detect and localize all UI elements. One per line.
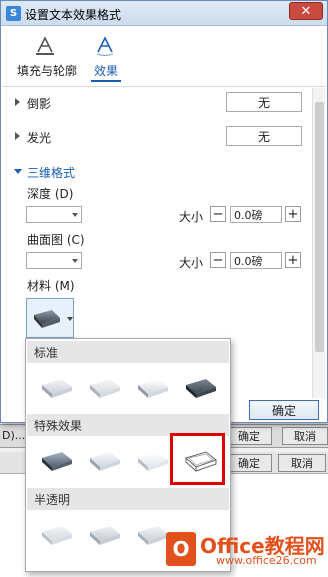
section-standard-header: 标准	[27, 341, 229, 363]
selected-tab-indicator	[91, 80, 121, 82]
office-logo-icon: O	[166, 532, 196, 566]
ok-button[interactable]: 确定	[249, 400, 319, 420]
contour-color-combo[interactable]	[26, 252, 82, 269]
title-bar: S 设置文本效果格式 ✕	[1, 1, 327, 26]
depth-decrease-button[interactable]: −	[210, 206, 226, 222]
dialog-title: 设置文本效果格式	[25, 8, 122, 22]
text-fill-outline-icon	[36, 36, 54, 55]
background-cancel-button[interactable]: 取消	[282, 427, 328, 445]
tab-fill-outline[interactable]: 填充与轮廓	[15, 35, 85, 79]
material-label: 材料 (M)	[27, 279, 75, 293]
close-button[interactable]: ✕	[289, 2, 323, 20]
glow-label: 发光	[27, 131, 52, 145]
material-flat-option[interactable]	[134, 446, 172, 474]
collapse-3d-format-icon[interactable]	[14, 169, 22, 174]
material-soft-edge-option[interactable]	[86, 446, 124, 474]
contour-label: 曲面图 (C)	[27, 233, 85, 247]
reflection-label: 倒影	[27, 97, 52, 111]
background-cancel-button-2[interactable]: 取消	[278, 454, 326, 472]
material-matte-option[interactable]	[38, 373, 76, 401]
background-ok-button-2[interactable]: 确定	[226, 454, 272, 472]
tab-divider	[2, 86, 326, 87]
tab-fill-outline-label: 填充与轮廓	[17, 64, 78, 78]
contour-size-input[interactable]: 0.0磅	[230, 252, 282, 269]
contour-size-label: 大小	[179, 256, 204, 270]
depth-size-input[interactable]: 0.0磅	[230, 206, 282, 223]
depth-label: 深度 (D)	[27, 187, 74, 201]
chevron-down-icon	[67, 317, 73, 321]
depth-increase-button[interactable]: +	[285, 206, 301, 222]
section-translucent-header: 半透明	[27, 488, 229, 510]
depth-color-combo[interactable]	[26, 206, 82, 223]
scrollbar-thumb[interactable]	[315, 102, 324, 352]
3d-format-section-title: 三维格式	[27, 166, 76, 180]
reflection-preset-box[interactable]: 无	[226, 92, 302, 112]
expand-reflection-icon[interactable]	[15, 98, 20, 106]
watermark-url: www.office26.com	[216, 554, 317, 567]
material-dropdown-button[interactable]	[26, 298, 74, 338]
contour-increase-button[interactable]: +	[285, 252, 301, 268]
chevron-down-icon	[72, 259, 78, 263]
text-effect-icon	[96, 36, 114, 57]
contour-decrease-button[interactable]: −	[210, 252, 226, 268]
material-clear-option[interactable]	[86, 520, 124, 548]
material-preview-icon	[34, 310, 60, 328]
tab-effect[interactable]: 效果	[89, 35, 125, 79]
chevron-down-icon	[72, 213, 78, 217]
vertical-scrollbar[interactable]	[312, 88, 325, 398]
expand-glow-icon[interactable]	[15, 132, 20, 140]
material-powder-option[interactable]	[38, 520, 76, 548]
highlight-frame	[170, 433, 225, 485]
wps-icon: S	[6, 6, 21, 21]
material-warm-matte-option[interactable]	[86, 373, 124, 401]
material-plastic-option[interactable]	[134, 373, 172, 401]
glow-preset-box[interactable]: 无	[226, 126, 302, 146]
background-text: D)...	[2, 429, 26, 442]
tab-effect-label: 效果	[94, 64, 119, 78]
background-ok-button[interactable]: 确定	[226, 427, 272, 445]
material-dark-edge-option[interactable]	[38, 446, 76, 474]
depth-size-label: 大小	[179, 210, 204, 224]
material-metal-option[interactable]	[182, 373, 220, 401]
